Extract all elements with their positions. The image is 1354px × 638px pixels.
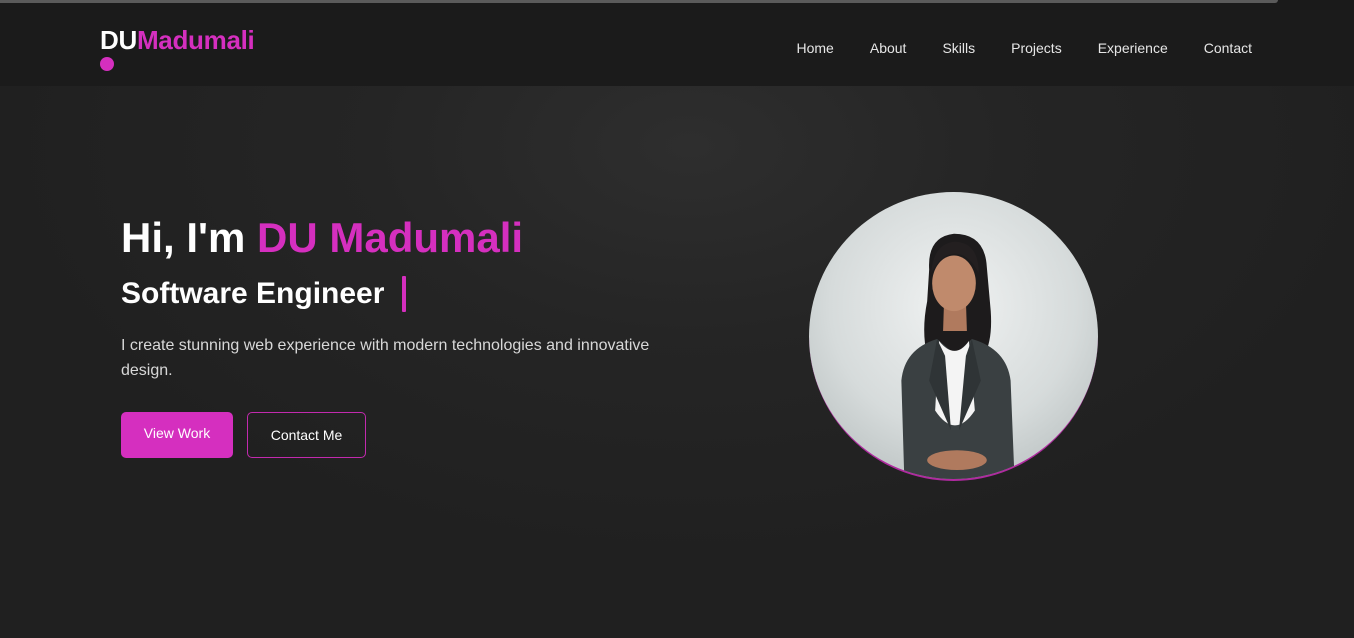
hero-section: Hi, I'm DU Madumali Software Engineer I … (0, 86, 1354, 638)
profile-photo-icon (901, 233, 1015, 479)
hero-role: Software Engineer (121, 276, 407, 312)
logo-prefix: DU (100, 25, 137, 55)
nav-contact-link[interactable]: Contact (1204, 40, 1252, 56)
nav-experience-link[interactable]: Experience (1098, 40, 1168, 56)
hero-greeting: Hi, I'm (121, 214, 258, 261)
profile-photo (809, 192, 1098, 481)
hero-role-text: Software Engineer (121, 277, 385, 310)
nav-skills-link[interactable]: Skills (942, 40, 975, 56)
logo-dot-icon (100, 57, 114, 71)
navbar: DUMadumali Home About Skills Projects Ex… (0, 10, 1354, 86)
hero-description: I create stunning web experience with mo… (121, 337, 650, 379)
nav-about-link[interactable]: About (870, 40, 907, 56)
nav-projects-link[interactable]: Projects (1011, 40, 1062, 56)
hero-title: Hi, I'm DU Madumali (121, 214, 523, 262)
browser-top-strip (0, 0, 1354, 10)
hero-name: DU Madumali (257, 214, 524, 261)
view-work-button[interactable]: View Work (121, 412, 233, 458)
nav-home-link[interactable]: Home (797, 40, 834, 56)
logo-name: Madumali (136, 25, 255, 55)
contact-me-button[interactable]: Contact Me (247, 412, 366, 458)
typing-cursor-icon (402, 276, 407, 312)
site-logo[interactable]: DUMadumali (100, 25, 255, 55)
nav-menu: Home About Skills Projects Experience Co… (761, 40, 1253, 56)
